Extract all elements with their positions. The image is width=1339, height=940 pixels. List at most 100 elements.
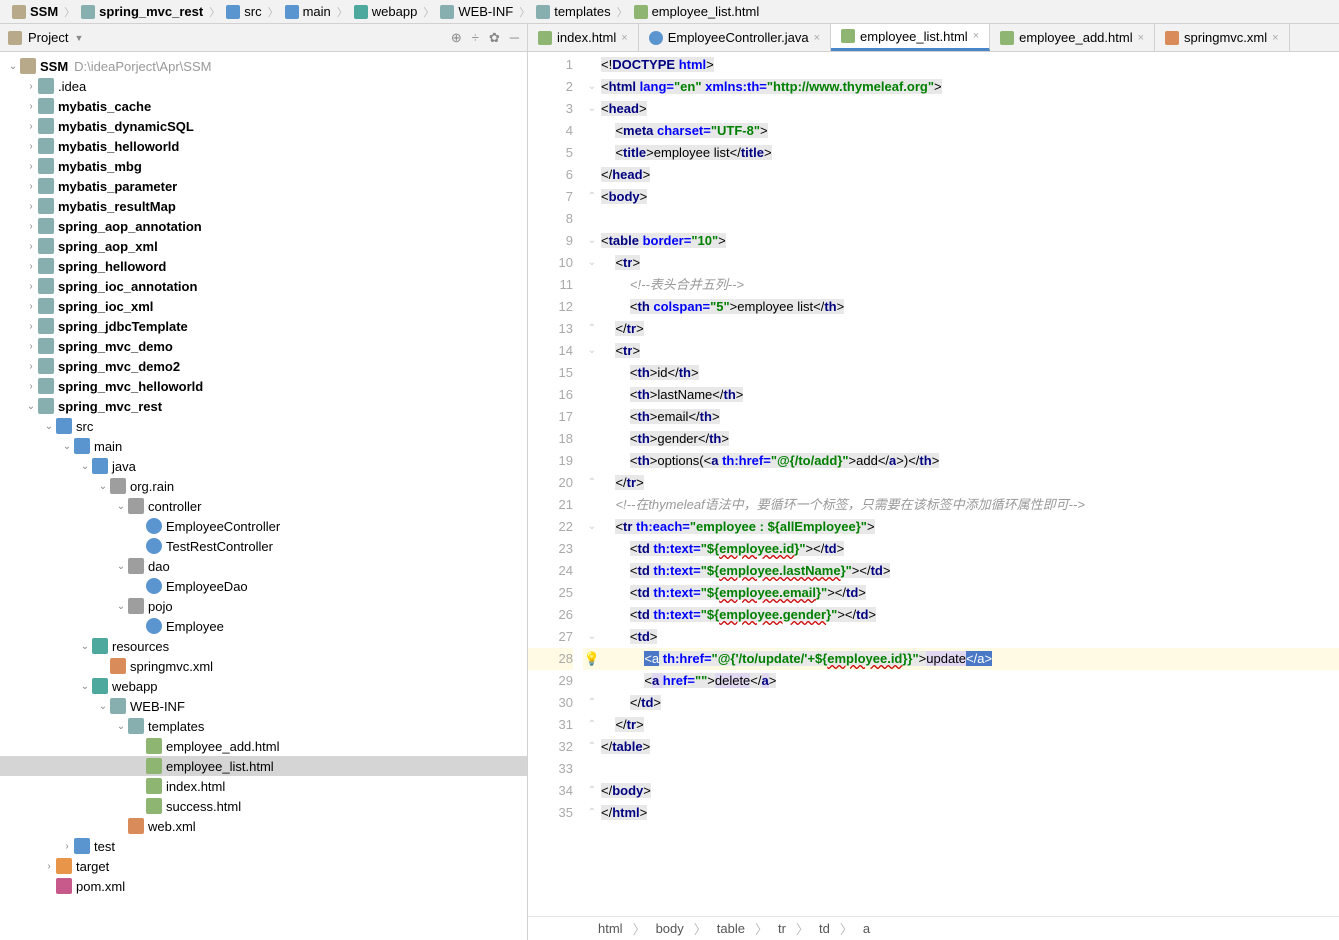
- status-crumb[interactable]: html: [598, 921, 623, 936]
- tree-node[interactable]: success.html: [0, 796, 527, 816]
- close-tab-icon[interactable]: ×: [814, 32, 820, 44]
- expand-arrow-icon[interactable]: ›: [24, 221, 38, 232]
- expand-arrow-icon[interactable]: ⌄: [96, 481, 110, 492]
- tree-node[interactable]: ›mybatis_mbg: [0, 156, 527, 176]
- collapse-icon[interactable]: ÷: [472, 30, 479, 45]
- tree-node[interactable]: ›spring_helloword: [0, 256, 527, 276]
- breadcrumb-segment[interactable]: webapp: [348, 0, 424, 23]
- expand-arrow-icon[interactable]: ›: [24, 321, 38, 332]
- expand-arrow-icon[interactable]: ›: [24, 381, 38, 392]
- tree-node[interactable]: ›test: [0, 836, 527, 856]
- gear-icon[interactable]: ✿: [489, 30, 500, 46]
- tree-node[interactable]: ›.idea: [0, 76, 527, 96]
- expand-arrow-icon[interactable]: ⌄: [96, 701, 110, 712]
- tree-node[interactable]: ›spring_aop_xml: [0, 236, 527, 256]
- close-tab-icon[interactable]: ×: [973, 30, 979, 42]
- project-tree[interactable]: ⌄SSMD:\ideaPorject\Apr\SSM›.idea›mybatis…: [0, 52, 528, 940]
- tree-node[interactable]: EmployeeController: [0, 516, 527, 536]
- expand-arrow-icon[interactable]: ›: [24, 161, 38, 172]
- tree-node[interactable]: ›target: [0, 856, 527, 876]
- tree-node[interactable]: ⌄main: [0, 436, 527, 456]
- expand-arrow-icon[interactable]: ⌄: [78, 641, 92, 652]
- tree-node[interactable]: ›spring_aop_annotation: [0, 216, 527, 236]
- expand-arrow-icon[interactable]: ⌄: [114, 561, 128, 572]
- expand-arrow-icon[interactable]: ›: [24, 281, 38, 292]
- tree-node[interactable]: ⌄controller: [0, 496, 527, 516]
- expand-arrow-icon[interactable]: ⌄: [114, 601, 128, 612]
- expand-arrow-icon[interactable]: ›: [24, 101, 38, 112]
- tree-node[interactable]: springmvc.xml: [0, 656, 527, 676]
- tree-node[interactable]: ⌄WEB-INF: [0, 696, 527, 716]
- expand-arrow-icon[interactable]: ⌄: [78, 461, 92, 472]
- tree-node[interactable]: ›spring_mvc_demo: [0, 336, 527, 356]
- tree-node[interactable]: TestRestController: [0, 536, 527, 556]
- expand-arrow-icon[interactable]: ›: [24, 301, 38, 312]
- expand-arrow-icon[interactable]: ›: [24, 181, 38, 192]
- project-dropdown[interactable]: Project ▼: [8, 30, 83, 45]
- breadcrumb-segment[interactable]: WEB-INF: [434, 0, 519, 23]
- tree-node[interactable]: ›mybatis_dynamicSQL: [0, 116, 527, 136]
- tree-node[interactable]: ⌄pojo: [0, 596, 527, 616]
- expand-arrow-icon[interactable]: ⌄: [78, 681, 92, 692]
- breadcrumb-segment[interactable]: src: [220, 0, 267, 23]
- tree-node[interactable]: ⌄src: [0, 416, 527, 436]
- editor-tab[interactable]: EmployeeController.java×: [639, 24, 831, 51]
- tree-node[interactable]: ›spring_ioc_xml: [0, 296, 527, 316]
- tree-node[interactable]: ⌄templates: [0, 716, 527, 736]
- tree-node[interactable]: ⌄spring_mvc_rest: [0, 396, 527, 416]
- tree-node[interactable]: ›mybatis_parameter: [0, 176, 527, 196]
- expand-arrow-icon[interactable]: ⌄: [60, 441, 74, 452]
- expand-arrow-icon[interactable]: ›: [24, 141, 38, 152]
- tree-node[interactable]: ⌄dao: [0, 556, 527, 576]
- editor-tab[interactable]: springmvc.xml×: [1155, 24, 1290, 51]
- expand-arrow-icon[interactable]: ›: [42, 861, 56, 872]
- editor-tab[interactable]: employee_list.html×: [831, 24, 990, 51]
- tree-node[interactable]: Employee: [0, 616, 527, 636]
- expand-arrow-icon[interactable]: ›: [24, 341, 38, 352]
- tree-node[interactable]: ›mybatis_helloworld: [0, 136, 527, 156]
- expand-arrow-icon[interactable]: ⌄: [114, 501, 128, 512]
- tree-node[interactable]: ⌄resources: [0, 636, 527, 656]
- expand-arrow-icon[interactable]: ›: [60, 841, 74, 852]
- tree-node[interactable]: EmployeeDao: [0, 576, 527, 596]
- tree-node[interactable]: ›mybatis_resultMap: [0, 196, 527, 216]
- status-breadcrumb[interactable]: html〉body〉table〉tr〉td〉a: [528, 916, 1339, 940]
- breadcrumb-segment[interactable]: spring_mvc_rest: [75, 0, 209, 23]
- breadcrumb-segment[interactable]: SSM: [6, 0, 64, 23]
- tree-node[interactable]: ›mybatis_cache: [0, 96, 527, 116]
- status-crumb[interactable]: a: [863, 921, 870, 936]
- expand-arrow-icon[interactable]: ›: [24, 241, 38, 252]
- tree-node[interactable]: ›spring_mvc_demo2: [0, 356, 527, 376]
- expand-arrow-icon[interactable]: ›: [24, 361, 38, 372]
- tree-node[interactable]: employee_list.html: [0, 756, 527, 776]
- tree-node[interactable]: ⌄org.rain: [0, 476, 527, 496]
- tree-node[interactable]: ⌄SSMD:\ideaPorject\Apr\SSM: [0, 56, 527, 76]
- tree-node[interactable]: ›spring_mvc_helloworld: [0, 376, 527, 396]
- tree-node[interactable]: ⌄java: [0, 456, 527, 476]
- tree-node[interactable]: index.html: [0, 776, 527, 796]
- editor-tab[interactable]: employee_add.html×: [990, 24, 1155, 51]
- hide-icon[interactable]: ─: [510, 30, 519, 45]
- status-crumb[interactable]: body: [656, 921, 684, 936]
- breadcrumb-segment[interactable]: employee_list.html: [628, 0, 766, 23]
- expand-arrow-icon[interactable]: ⌄: [42, 421, 56, 432]
- close-tab-icon[interactable]: ×: [621, 32, 627, 44]
- expand-arrow-icon[interactable]: ›: [24, 81, 38, 92]
- tree-node[interactable]: ›spring_ioc_annotation: [0, 276, 527, 296]
- expand-arrow-icon[interactable]: ›: [24, 201, 38, 212]
- tree-node[interactable]: pom.xml: [0, 876, 527, 896]
- tree-node[interactable]: ⌄webapp: [0, 676, 527, 696]
- tree-node[interactable]: employee_add.html: [0, 736, 527, 756]
- status-crumb[interactable]: table: [717, 921, 745, 936]
- tree-node[interactable]: ›spring_jdbcTemplate: [0, 316, 527, 336]
- close-tab-icon[interactable]: ×: [1138, 32, 1144, 44]
- close-tab-icon[interactable]: ×: [1272, 32, 1278, 44]
- target-icon[interactable]: ⊕: [451, 30, 462, 46]
- status-crumb[interactable]: td: [819, 921, 830, 936]
- tree-node[interactable]: web.xml: [0, 816, 527, 836]
- expand-arrow-icon[interactable]: ›: [24, 121, 38, 132]
- expand-arrow-icon[interactable]: ⌄: [114, 721, 128, 732]
- expand-arrow-icon[interactable]: ⌄: [24, 401, 38, 412]
- code-editor[interactable]: 1234567891011121314151617181920212223242…: [528, 52, 1339, 916]
- expand-arrow-icon[interactable]: ⌄: [6, 61, 20, 72]
